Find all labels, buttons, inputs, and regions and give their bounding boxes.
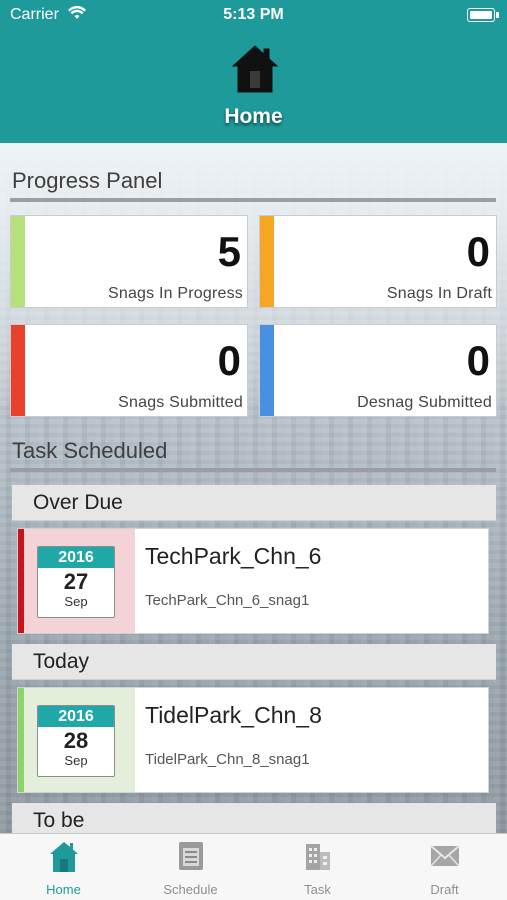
group-header-today: Today xyxy=(12,644,496,680)
battery-icon xyxy=(467,8,499,22)
home-icon xyxy=(49,842,78,872)
calendar-year: 2016 xyxy=(38,547,114,568)
progress-card-desnag-submitted[interactable]: 0 Desnag Submitted xyxy=(259,324,497,417)
progress-card-count: 5 xyxy=(217,228,241,275)
calendar-month: Sep xyxy=(64,594,88,609)
progress-card-label: Desnag Submitted xyxy=(357,394,492,411)
tab-draft[interactable]: Draft xyxy=(381,834,507,900)
progress-card-count: 0 xyxy=(466,337,490,384)
progress-card-label: Snags In Draft xyxy=(386,285,492,302)
clock: 5:13 PM xyxy=(223,6,284,23)
task-date-panel: 2016 28 Sep xyxy=(24,688,135,792)
task-subtitle: TidelPark_Chn_8_snag1 xyxy=(145,751,310,768)
calendar-month: Sep xyxy=(64,753,88,768)
task-scheduled-divider xyxy=(10,468,496,472)
progress-card-color-bar xyxy=(11,325,25,416)
tab-label: Task xyxy=(304,882,331,897)
page-title: Home xyxy=(224,105,283,128)
progress-panel-divider xyxy=(10,198,496,202)
calendar-year: 2016 xyxy=(38,706,114,727)
task-card[interactable]: 2016 27 Sep TechPark_Chn_6 TechPark_Chn_… xyxy=(17,528,489,634)
envelope-icon xyxy=(429,845,460,867)
progress-card-color-bar xyxy=(11,216,25,307)
group-header-over-due: Over Due xyxy=(12,485,496,521)
group-header-label: Today xyxy=(33,650,90,673)
calendar-day: 27 xyxy=(63,569,89,594)
task-title: TechPark_Chn_6 xyxy=(145,543,322,569)
progress-card-color-bar xyxy=(260,325,274,416)
calendar-icon: 2016 27 Sep xyxy=(37,546,115,618)
status-bar: Carrier 5:13 PM xyxy=(0,0,507,30)
home-icon xyxy=(231,45,279,93)
task-card[interactable]: 2016 28 Sep TidelPark_Chn_8 TidelPark_Ch… xyxy=(17,687,489,793)
progress-card-label: Snags Submitted xyxy=(118,394,243,411)
tab-home[interactable]: Home xyxy=(0,834,127,900)
task-scheduled-title: Task Scheduled xyxy=(12,438,168,463)
progress-card-snags-in-progress[interactable]: 5 Snags In Progress xyxy=(10,215,248,308)
progress-panel-title: Progress Panel xyxy=(12,168,163,193)
task-date-panel: 2016 27 Sep xyxy=(24,529,135,633)
group-header-label: To be xyxy=(33,809,85,832)
tab-label: Home xyxy=(46,882,81,897)
group-header-label: Over Due xyxy=(33,491,123,514)
task-title: TidelPark_Chn_8 xyxy=(145,702,322,728)
calendar-icon: 2016 28 Sep xyxy=(37,705,115,777)
progress-card-color-bar xyxy=(260,216,274,307)
tab-label: Schedule xyxy=(163,882,218,897)
progress-card-count: 0 xyxy=(466,228,490,275)
schedule-icon xyxy=(178,842,203,870)
task-subtitle: TechPark_Chn_6_snag1 xyxy=(145,592,310,609)
app-header: Carrier 5:13 PM Home xyxy=(0,0,507,143)
progress-card-snags-submitted[interactable]: 0 Snags Submitted xyxy=(10,324,248,417)
calendar-day: 28 xyxy=(63,728,89,753)
tab-bar: Home Schedule Task Draft xyxy=(0,833,507,900)
tab-label: Draft xyxy=(430,882,459,897)
tab-schedule[interactable]: Schedule xyxy=(127,834,254,900)
progress-card-snags-in-draft[interactable]: 0 Snags In Draft xyxy=(259,215,497,308)
building-icon xyxy=(305,844,330,870)
progress-card-count: 0 xyxy=(217,337,241,384)
tab-task[interactable]: Task xyxy=(254,834,381,900)
progress-card-label: Snags In Progress xyxy=(107,285,243,302)
